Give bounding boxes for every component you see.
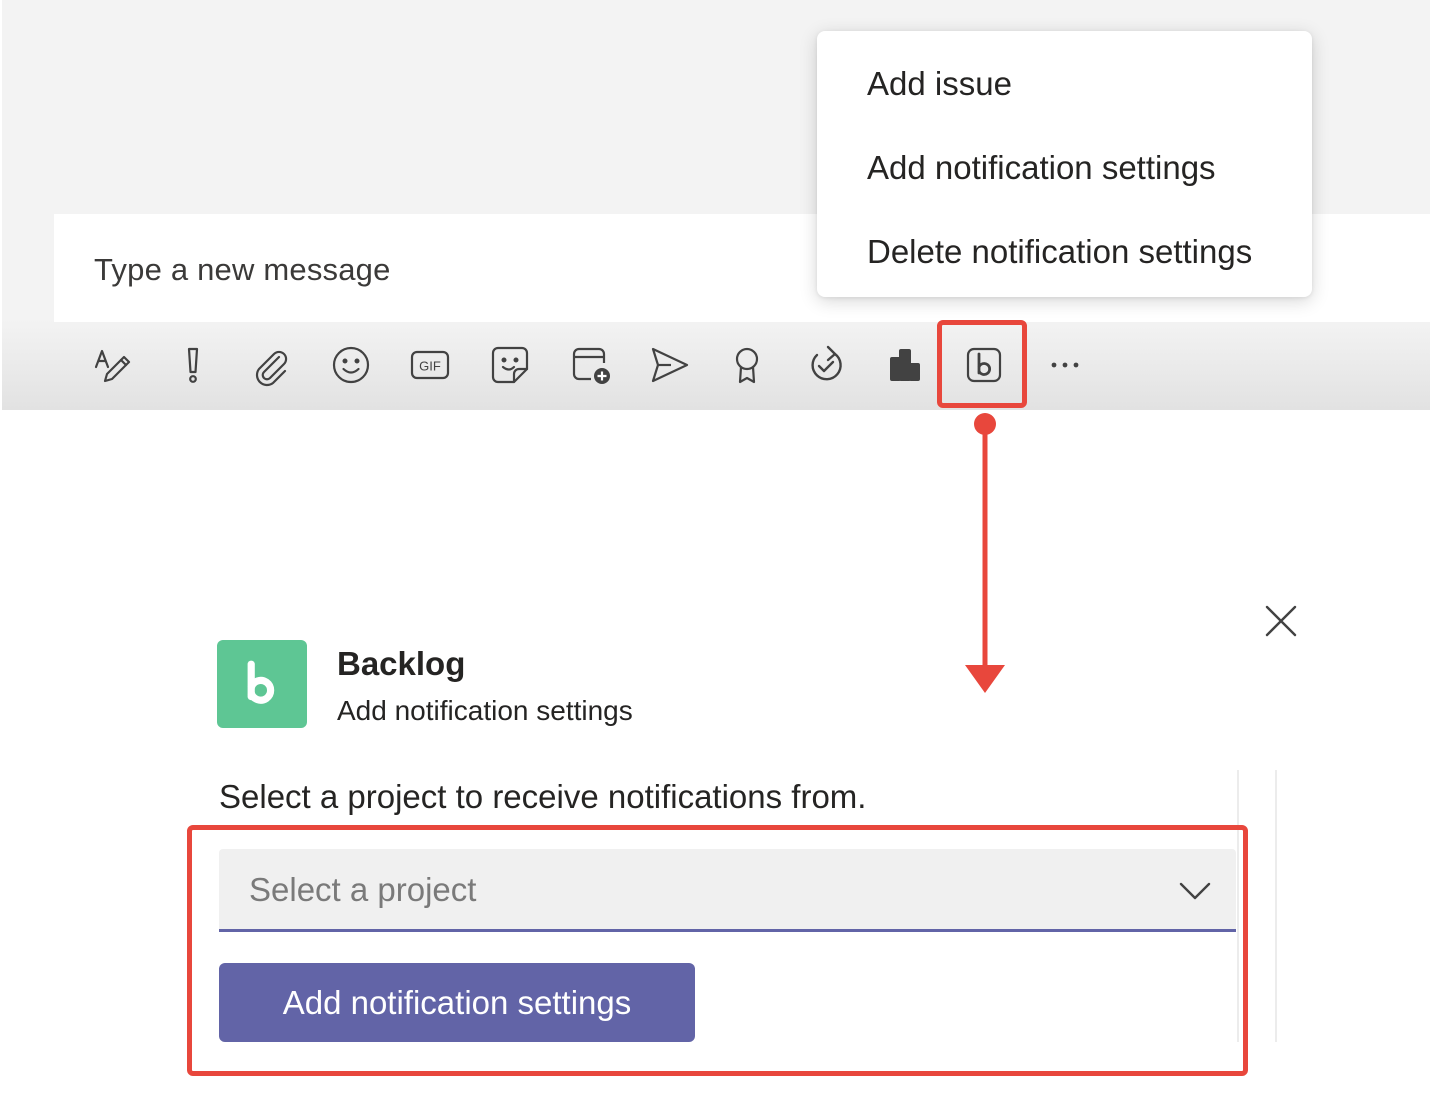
gif-icon[interactable]: GIF bbox=[405, 340, 455, 390]
form-highlight bbox=[187, 825, 1248, 1076]
more-icon[interactable] bbox=[1040, 340, 1090, 390]
dialog-prompt: Select a project to receive notification… bbox=[219, 778, 867, 815]
sticker-icon[interactable] bbox=[485, 340, 535, 390]
svg-text:GIF: GIF bbox=[419, 359, 441, 374]
send-icon[interactable] bbox=[644, 340, 694, 390]
app-name: Backlog bbox=[337, 645, 466, 682]
schedule-meeting-icon[interactable] bbox=[566, 340, 616, 390]
arrow-connector-icon bbox=[965, 413, 1005, 693]
attach-icon[interactable] bbox=[246, 340, 296, 390]
backlog-icon-highlight bbox=[937, 320, 1027, 408]
format-icon[interactable] bbox=[88, 340, 138, 390]
menu-item-add-notification-settings[interactable]: Add notification settings bbox=[867, 149, 1216, 187]
menu-item-add-issue[interactable]: Add issue bbox=[867, 65, 1012, 103]
compose-placeholder[interactable]: Type a new message bbox=[94, 252, 391, 288]
app-action-menu: Add issue Add notification settings Dele… bbox=[817, 31, 1312, 297]
praise-icon[interactable] bbox=[722, 340, 772, 390]
backlog-logo-icon bbox=[217, 640, 307, 728]
compose-toolbar: GIF bbox=[0, 322, 1430, 410]
emoji-icon[interactable] bbox=[326, 340, 376, 390]
screenshot-stage: Type a new message GIF Add issue Add not… bbox=[0, 0, 1430, 1098]
important-icon[interactable] bbox=[168, 340, 218, 390]
dialog-subtitle: Add notification settings bbox=[337, 695, 633, 726]
loop-icon[interactable] bbox=[801, 340, 851, 390]
menu-item-delete-notification-settings[interactable]: Delete notification settings bbox=[867, 233, 1252, 271]
close-icon[interactable] bbox=[1258, 598, 1304, 644]
app-icon[interactable] bbox=[880, 340, 930, 390]
